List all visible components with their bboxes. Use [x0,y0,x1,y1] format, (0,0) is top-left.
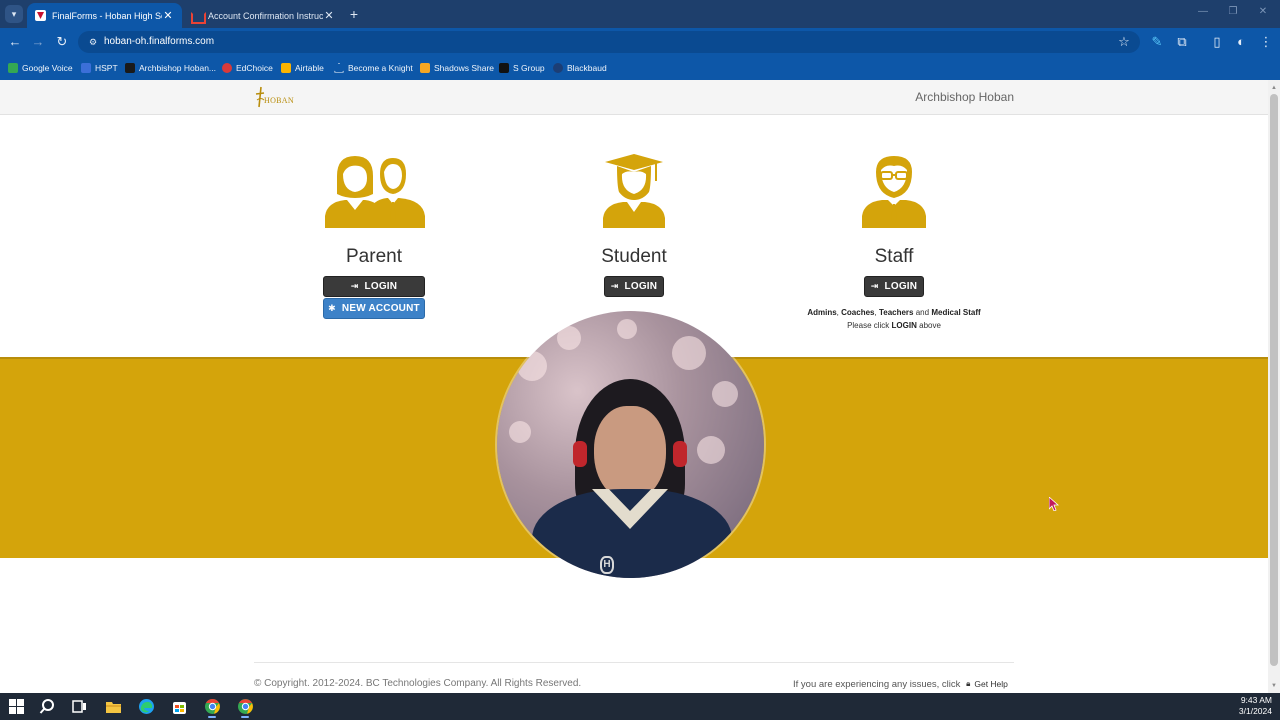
close-tab-icon[interactable]: ✕ [323,9,335,22]
edge-browser-icon[interactable] [138,698,155,715]
close-window-icon[interactable]: ✕ [1256,6,1270,17]
parents-icon [325,156,425,228]
bookmark-become-a-knight[interactable]: Become a Knight [334,61,413,74]
shirt-emblem-icon: H [600,556,614,574]
bookmark-blackbaud[interactable]: Blackbaud [553,61,607,74]
menu-kebab-icon[interactable]: ⋮ [1258,34,1274,50]
side-panel-icon[interactable]: ▯ [1209,34,1225,50]
google-voice-icon [8,62,18,73]
forward-icon[interactable]: → [30,34,46,50]
microsoft-store-icon[interactable] [171,698,188,715]
mouse-cursor-icon [1049,497,1059,511]
system-clock[interactable]: 9:43 AM 3/1/2024 [1239,695,1272,717]
scroll-thumb[interactable] [1270,94,1278,666]
shadows-share-icon [420,62,430,73]
logo-wordmark: HOBAN [264,96,294,105]
clock-date: 3/1/2024 [1238,706,1272,716]
bookmark-hspt[interactable]: HSPT [81,61,118,74]
hoban-icon [125,62,135,73]
asterisk-icon: ✱ [328,303,336,313]
url-text[interactable]: hoban-oh.finalforms.com [104,36,214,48]
back-icon[interactable]: ← [7,34,23,50]
chrome-active-indicator [208,716,216,718]
headphone-left [573,441,587,467]
triangle-icon [334,62,344,73]
edchoice-icon [222,62,232,73]
parent-new-account-button[interactable]: ✱ NEW ACCOUNT [323,298,425,319]
hoban-logo[interactable]: HOBAN [255,86,295,110]
search-icon[interactable] [39,698,56,715]
scroll-up-icon[interactable]: ▲ [1270,84,1278,92]
blackbaud-icon [553,62,563,73]
scroll-down-icon[interactable]: ▼ [1270,682,1278,690]
close-tab-icon[interactable]: ✕ [162,9,174,22]
person-face [594,406,666,501]
lock-icon: 🔒︎ [966,679,971,688]
restore-icon[interactable]: ❐ [1226,6,1240,17]
tab-title: FinalForms - Hoban High Scho [52,10,162,21]
site-header [0,80,1268,115]
webcam-overlay: H [497,311,764,578]
chrome-icon[interactable] [204,698,221,715]
student-title: Student [601,246,667,267]
minimize-icon[interactable]: — [1196,6,1210,17]
student-login-button[interactable]: ⇥ LOGIN [604,276,664,297]
finalforms-favicon-icon [35,10,46,21]
staff-login-note: Admins, Coaches, Teachers and Medical St… [807,308,981,330]
tab-account-confirmation[interactable]: Account Confirmation Instructio ✕ [183,3,343,28]
tab-search-button[interactable]: ▾ [5,5,23,23]
login-icon: ⇥ [350,281,359,291]
tab-title: Account Confirmation Instructio [208,10,323,21]
s-group-icon [499,62,509,73]
gmail-favicon-icon [191,10,202,21]
bookmark-google-voice[interactable]: Google Voice [8,61,73,74]
chrome-profile-icon[interactable] [237,698,254,715]
windows-start-icon[interactable] [8,698,25,715]
login-icon: ⇥ [610,281,619,291]
windows-taskbar [0,693,1280,720]
footer-divider [254,662,1014,663]
headphone-right [673,441,687,467]
bookmark-archbishop-hoban[interactable]: Archbishop Hoban... [125,61,216,74]
bookmark-shadows-share[interactable]: Shadows Share [420,61,494,74]
person-body [532,489,732,578]
staff-login-button[interactable]: ⇥ LOGIN [864,276,924,297]
airtable-icon [281,62,291,73]
new-tab-button[interactable]: + [347,5,361,23]
help-text: If you are experiencing any issues, clic… [793,679,961,690]
bookmark-s-group[interactable]: S Group [499,61,545,74]
site-info-icon[interactable]: ⚙ [87,36,99,48]
staff-title: Staff [874,246,914,267]
student-graduate-icon [603,154,665,228]
copyright-text: © Copyright. 2012-2024. BC Technologies … [254,678,582,689]
parent-login-button[interactable]: ⇥ LOGIN [323,276,425,297]
bookmark-airtable[interactable]: Airtable [281,61,324,74]
reload-icon[interactable]: ↻ [54,34,70,50]
school-name: Archbishop Hoban [915,90,1014,104]
address-bar[interactable] [78,31,1140,53]
chrome-profile-active-indicator [241,716,249,718]
extensions-puzzle-icon[interactable]: ⧉ [1174,34,1190,50]
tab-finalforms[interactable]: FinalForms - Hoban High Scho ✕ [27,3,182,28]
parent-title: Parent [346,246,402,267]
staff-teacher-icon [862,156,926,228]
bookmark-star-icon[interactable]: ☆ [1116,34,1132,50]
bookmark-edchoice[interactable]: EdChoice [222,61,273,74]
get-help-button[interactable]: 🔒︎ Get Help [960,676,1014,692]
clock-time: 9:43 AM [1240,695,1272,705]
login-icon: ⇥ [870,281,879,291]
task-view-icon[interactable] [71,698,88,715]
extension-feather-icon[interactable]: ✎ [1149,34,1165,50]
file-explorer-icon[interactable] [105,698,122,715]
profile-icon[interactable]: ◐ [1233,34,1249,50]
hspt-icon [81,62,91,73]
